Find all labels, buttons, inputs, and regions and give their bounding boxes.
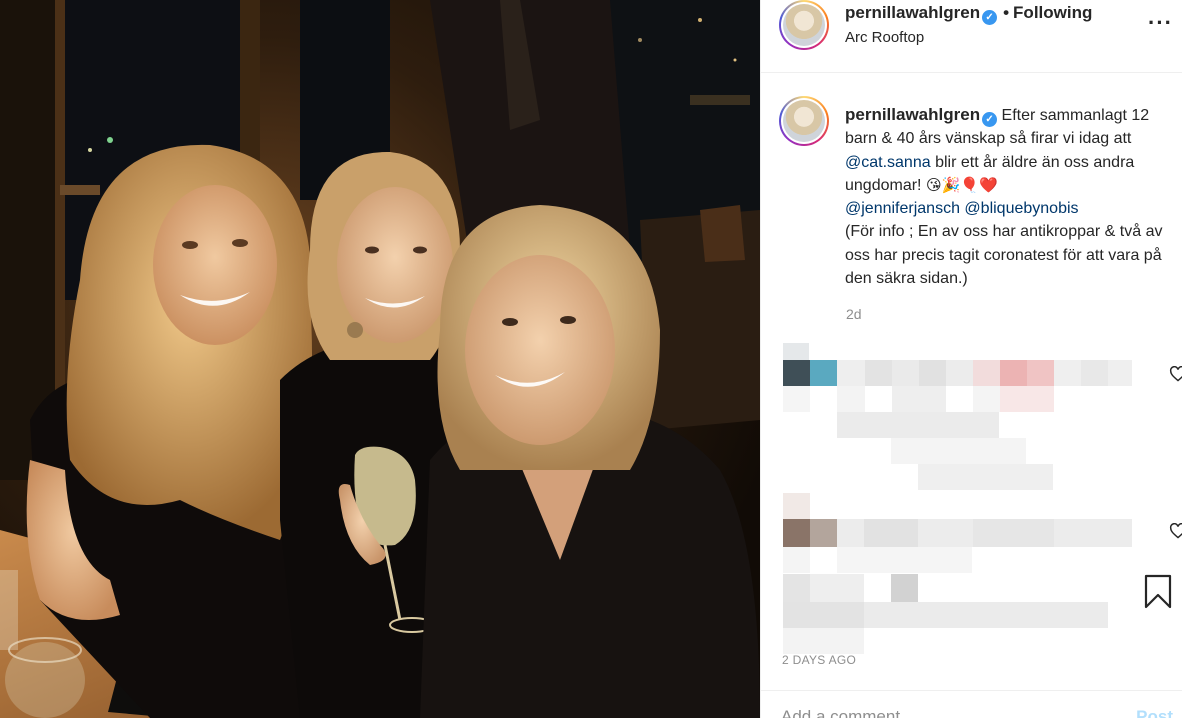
add-comment-bar: Post	[761, 690, 1182, 718]
follow-status-button[interactable]: Following	[1013, 3, 1092, 22]
caption-username[interactable]: pernillawahlgren	[845, 105, 980, 124]
verified-badge-icon: ✓	[982, 112, 998, 127]
post-detail-panel: pernillawahlgren ✓ • Following Arc Rooftop …	[760, 0, 1182, 718]
bookmark-icon[interactable]	[1143, 574, 1173, 610]
caption-age: 2d	[846, 306, 862, 322]
mention-link[interactable]: @jenniferjansch	[845, 200, 960, 217]
caption-emojis: 😘🎉🎈❤️	[925, 175, 998, 194]
verified-badge-icon: ✓	[982, 10, 998, 25]
heart-icon[interactable]	[1169, 523, 1182, 539]
author-username[interactable]: pernillawahlgren	[845, 3, 980, 22]
pixelated-comments	[783, 343, 1143, 657]
post-photo[interactable]	[0, 0, 760, 718]
photo-illustration	[0, 0, 760, 718]
mention-link[interactable]: @bliquebynobis	[964, 200, 1078, 217]
author-line: pernillawahlgren ✓ • Following	[845, 3, 1092, 25]
comment-input[interactable]	[781, 707, 1081, 718]
mention-link[interactable]: @cat.sanna	[845, 154, 931, 171]
caption-footnote: (För info ; En av oss har antikroppar & …	[845, 223, 1163, 288]
more-options-icon[interactable]: ···	[1148, 10, 1173, 36]
separator-dot: •	[1003, 3, 1010, 22]
post-location[interactable]: Arc Rooftop	[845, 29, 924, 46]
post-caption: pernillawahlgren ✓ Efter sammanlagt 12 ba…	[845, 103, 1169, 290]
heart-icon[interactable]	[1169, 366, 1182, 382]
post-header: pernillawahlgren ✓ • Following Arc Rooftop …	[761, 0, 1182, 73]
post-comment-button[interactable]: Post	[1136, 707, 1173, 718]
caption-author-avatar[interactable]	[779, 96, 829, 146]
post-date: 2 DAYS AGO	[782, 653, 857, 667]
author-avatar[interactable]	[779, 0, 829, 50]
